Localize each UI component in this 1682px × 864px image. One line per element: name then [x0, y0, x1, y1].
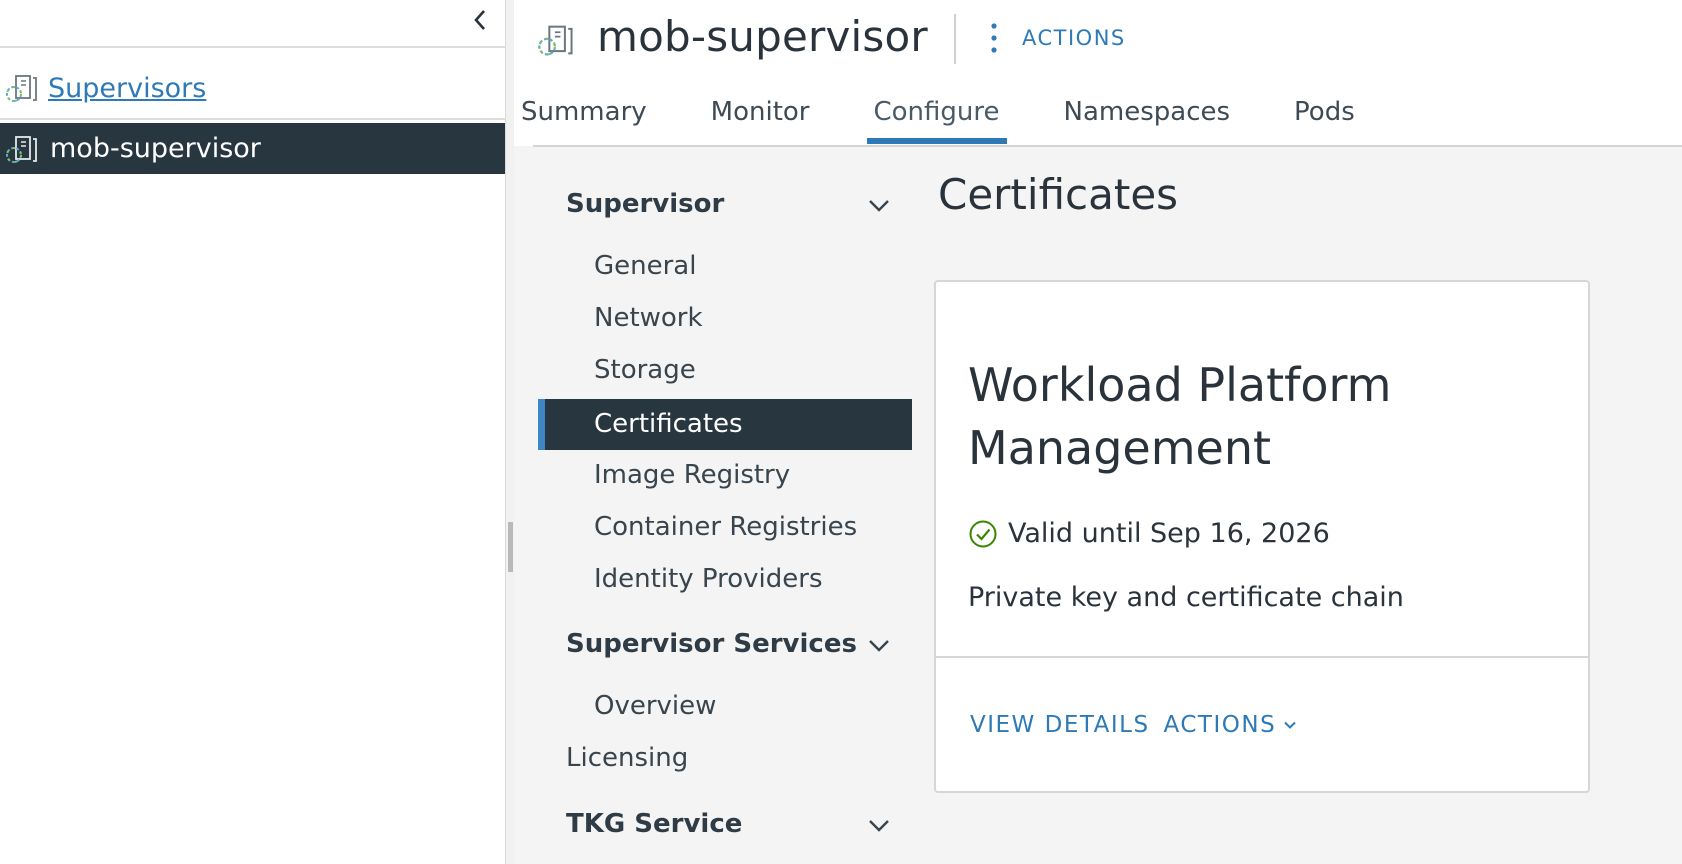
card-description: Private key and certificate chain [968, 582, 1404, 613]
tree-item-mob-supervisor[interactable]: mob-supervisor [0, 123, 505, 174]
divider [954, 14, 956, 64]
collapse-navigator-button[interactable] [466, 6, 494, 34]
tab-configure[interactable]: Configure [866, 90, 1007, 144]
supervisor-icon [6, 75, 37, 102]
navigator-pane: Supervisors mob-supervisor [0, 0, 505, 864]
sidebar-item-general[interactable]: General [538, 241, 912, 292]
breadcrumb: Supervisors [0, 68, 206, 108]
card-actions-label: ACTIONS [1163, 712, 1277, 738]
divider [936, 656, 1588, 658]
tree-item-label: mob-supervisor [50, 133, 261, 164]
tab-bar: Summary Monitor Configure Namespaces Pod… [514, 90, 1412, 146]
card-title: Workload Platform Management [968, 358, 1392, 475]
object-header: mob-supervisor ACTIONS Summary Monitor C… [514, 0, 1682, 147]
chevron-down-icon[interactable] [866, 813, 892, 839]
divider [0, 46, 505, 48]
status-text: Valid until Sep 16, 2026 [1008, 518, 1330, 549]
card-actions-button[interactable]: ACTIONS [1164, 712, 1299, 738]
page-title: mob-supervisor [597, 12, 928, 61]
tab-summary[interactable]: Summary [514, 90, 654, 144]
actions-label: ACTIONS [1022, 26, 1126, 50]
sidebar-item-overview[interactable]: Overview [538, 681, 912, 732]
view-details-button[interactable]: VIEW DETAILS [970, 712, 1150, 738]
sidebar-item-licensing[interactable]: Licensing [538, 733, 912, 784]
check-circle-icon [969, 520, 997, 547]
card-footer: VIEW DETAILS ACTIONS [970, 712, 1312, 738]
actions-menu-button[interactable]: ACTIONS [986, 18, 1126, 58]
section-heading: Certificates [938, 170, 1179, 219]
supervisor-icon [6, 135, 37, 163]
sidebar-item-container-registries[interactable]: Container Registries [538, 502, 912, 553]
sidebar-item-storage[interactable]: Storage [538, 345, 912, 396]
sidebar-item-certificates[interactable]: Certificates [538, 399, 912, 450]
group-supervisor-services[interactable]: Supervisor Services [566, 629, 857, 659]
supervisor-icon [538, 25, 573, 56]
pane-splitter[interactable] [505, 0, 514, 864]
group-supervisor[interactable]: Supervisor [566, 189, 724, 219]
chevron-down-icon[interactable] [866, 633, 892, 659]
chevron-down-icon[interactable] [866, 193, 892, 219]
chevron-down-icon [1284, 721, 1296, 729]
sidebar-item-image-registry[interactable]: Image Registry [538, 450, 912, 501]
tab-monitor[interactable]: Monitor [704, 90, 817, 144]
supervisors-link[interactable]: Supervisors [48, 73, 206, 104]
sidebar-item-identity-providers[interactable]: Identity Providers [538, 554, 912, 605]
more-vertical-icon [991, 23, 997, 53]
certificate-card: Workload Platform Management Valid until… [934, 280, 1590, 793]
sidebar-item-network[interactable]: Network [538, 293, 912, 344]
group-tkg-service[interactable]: TKG Service [566, 809, 742, 839]
status-badge: Valid until Sep 16, 2026 [968, 518, 1330, 549]
configure-sidebar: Supervisor General Network Storage Certi… [514, 147, 914, 864]
main-content: mob-supervisor ACTIONS Summary Monitor C… [514, 0, 1682, 864]
tab-pods[interactable]: Pods [1287, 90, 1362, 144]
splitter-handle[interactable] [508, 522, 513, 572]
chevron-left-icon [474, 10, 485, 30]
divider [0, 118, 505, 120]
tab-namespaces[interactable]: Namespaces [1057, 90, 1238, 144]
